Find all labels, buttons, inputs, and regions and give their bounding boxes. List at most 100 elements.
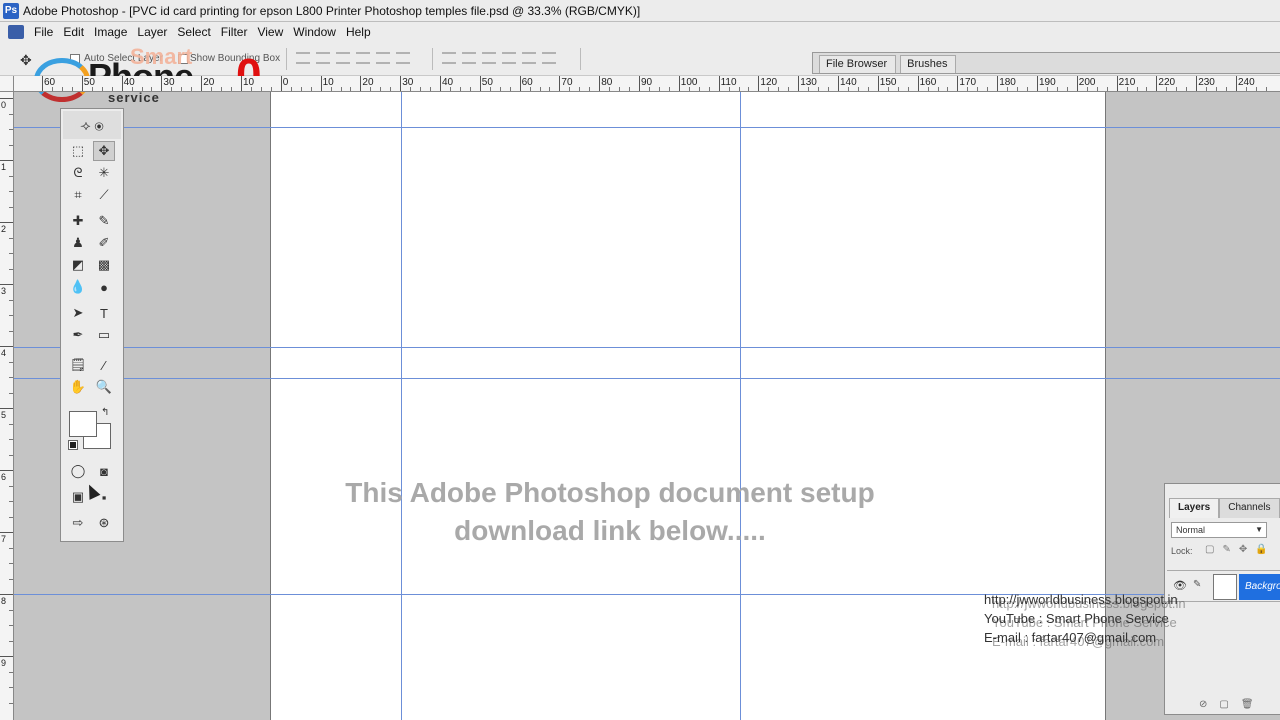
ruler-label: 10	[243, 77, 255, 88]
menu-layer[interactable]: Layer	[135, 25, 175, 39]
gradient-tool-icon[interactable]: ▩	[93, 255, 115, 275]
align-bottom-icon[interactable]	[336, 52, 350, 64]
lock-transparency-icon[interactable]: ▢	[1205, 544, 1214, 555]
new-layer-icon[interactable]: ▢	[1219, 699, 1228, 710]
clone-stamp-tool-icon[interactable]: ♟	[67, 233, 89, 253]
move-tool-option-icon[interactable]: ✥	[20, 52, 32, 69]
channels-tab[interactable]: Channels	[1219, 498, 1280, 518]
history-brush-tool-icon[interactable]: ✐	[93, 233, 115, 253]
menu-filter[interactable]: Filter	[219, 25, 256, 39]
vertical-ruler[interactable]: 0 1 2 3 4 5 6 7 8 9	[0, 92, 14, 720]
distribute-top-icon[interactable]	[442, 52, 456, 64]
jump-to-imageready-icon[interactable]: ⇨	[67, 513, 89, 533]
guide-horizontal[interactable]	[14, 378, 1280, 379]
crop-tool-icon[interactable]: ⌗	[67, 185, 89, 205]
guide-vertical[interactable]	[401, 92, 402, 720]
ruler-tick	[0, 284, 13, 285]
ruler-minor-tick	[9, 563, 13, 564]
hand-tool-icon[interactable]: ✋	[67, 377, 89, 397]
blend-mode-select[interactable]: Normal ▼	[1171, 522, 1267, 538]
type-tool-icon[interactable]: T	[93, 303, 115, 323]
ruler-label: 1	[1, 162, 7, 172]
lock-pixels-icon[interactable]: ✎	[1222, 544, 1230, 555]
logo-service-text: service	[108, 90, 160, 105]
ruler-minor-tick	[9, 516, 13, 518]
foreground-color-swatch[interactable]	[69, 411, 97, 437]
delete-layer-icon[interactable]: 🗑	[1241, 699, 1254, 710]
ruler-tick	[1156, 76, 1158, 91]
menu-window[interactable]: Window	[291, 25, 344, 39]
menu-image[interactable]: Image	[92, 25, 135, 39]
document-canvas[interactable]	[270, 92, 1106, 720]
eyedropper-tool-icon[interactable]: ⁄	[93, 355, 115, 375]
dodge-tool-icon[interactable]: ●	[93, 277, 115, 297]
guide-horizontal[interactable]	[14, 127, 1280, 128]
distribute-vcenter-icon[interactable]	[462, 52, 476, 64]
distribute-bottom-icon[interactable]	[482, 52, 496, 64]
brush-tool-icon[interactable]: ✎	[93, 211, 115, 231]
brushes-tab[interactable]: Brushes	[900, 55, 957, 73]
notes-tool-icon[interactable]: 🗒	[67, 355, 89, 375]
lasso-tool-icon[interactable]: ᘓ	[67, 163, 89, 183]
menu-edit[interactable]: Edit	[61, 25, 92, 39]
zoom-tool-icon[interactable]: 🔍	[93, 377, 115, 397]
lock-position-icon[interactable]: ✥	[1239, 544, 1247, 555]
ruler-tick	[0, 532, 13, 533]
ruler-tick	[0, 160, 13, 161]
menu-select[interactable]: Select	[175, 25, 218, 39]
guide-horizontal[interactable]	[14, 347, 1280, 348]
slice-tool-icon[interactable]: ⟋	[93, 185, 115, 205]
ruler-label: 20	[203, 77, 215, 88]
default-colors-icon[interactable]	[68, 440, 78, 450]
ruler-minor-tick	[151, 87, 153, 91]
distribute-left-icon[interactable]	[502, 52, 516, 64]
align-right-icon[interactable]	[396, 52, 410, 64]
lock-all-icon[interactable]: 🔒	[1255, 544, 1267, 555]
ruler-tick	[1037, 76, 1038, 91]
healing-brush-tool-icon[interactable]: ✚	[67, 211, 89, 231]
align-left-icon[interactable]	[356, 52, 370, 64]
ruler-minor-tick	[1245, 87, 1247, 91]
ruler-tick	[1116, 76, 1118, 91]
pen-tool-icon[interactable]: ✒	[67, 325, 89, 345]
guide-vertical[interactable]	[740, 92, 741, 720]
ruler-tick	[0, 98, 13, 99]
jump-to-web-icon[interactable]: ⊛	[93, 513, 115, 533]
menu-bar: File Edit Image Layer Select Filter View…	[0, 22, 1280, 42]
ruler-corner[interactable]	[0, 76, 14, 92]
shape-tool-icon[interactable]: ▭	[93, 325, 115, 345]
overlay-line-2: download link below.....	[454, 515, 766, 546]
magic-wand-tool-icon[interactable]: ✳	[93, 163, 115, 183]
ruler-tick	[0, 656, 13, 657]
blur-tool-icon[interactable]: 💧	[67, 277, 89, 297]
eraser-tool-icon[interactable]: ◩	[67, 255, 89, 275]
menu-view[interactable]: View	[255, 25, 291, 39]
distribute-hcenter-icon[interactable]	[522, 52, 536, 64]
feather-icon: ⟢ ⦿	[80, 116, 104, 133]
file-browser-tab[interactable]: File Browser	[819, 55, 897, 73]
quick-mask-mode-icon[interactable]: ◙	[93, 461, 115, 481]
align-top-icon[interactable]	[296, 52, 310, 64]
ruler-minor-tick	[9, 439, 13, 440]
contact-watermark: http://jwworldbusiness.blogspot.in YouTu…	[984, 590, 1280, 647]
swap-colors-icon[interactable]: ↰	[101, 407, 109, 418]
menu-file[interactable]: File	[32, 25, 61, 39]
horizontal-ruler[interactable]: 60 50 40 30 20 10 0 10 20 30 40 50 60 70 80 90 100 110 120…	[14, 76, 1280, 92]
align-hcenter-icon[interactable]	[376, 52, 390, 64]
path-selection-tool-icon[interactable]: ➤	[67, 303, 89, 323]
document-icon[interactable]	[8, 25, 24, 39]
menu-help[interactable]: Help	[344, 25, 379, 39]
layer-style-icon[interactable]: ⊘	[1199, 699, 1207, 710]
ruler-minor-tick	[141, 87, 143, 91]
standard-mode-icon[interactable]: ◯	[67, 461, 89, 481]
ruler-tick	[718, 76, 720, 91]
ruler-minor-tick	[9, 330, 13, 332]
ruler-label: 50	[481, 77, 493, 88]
align-vcenter-icon[interactable]	[316, 52, 330, 64]
move-tool-icon[interactable]: ✥	[93, 141, 115, 161]
layers-tab[interactable]: Layers	[1169, 498, 1220, 518]
photoshop-app-icon[interactable]: Ps	[3, 2, 19, 19]
toolbox-header[interactable]: ⟢ ⦿	[63, 111, 121, 139]
marquee-tool-icon[interactable]: ⬚	[67, 141, 89, 161]
distribute-right-icon[interactable]	[542, 52, 556, 64]
